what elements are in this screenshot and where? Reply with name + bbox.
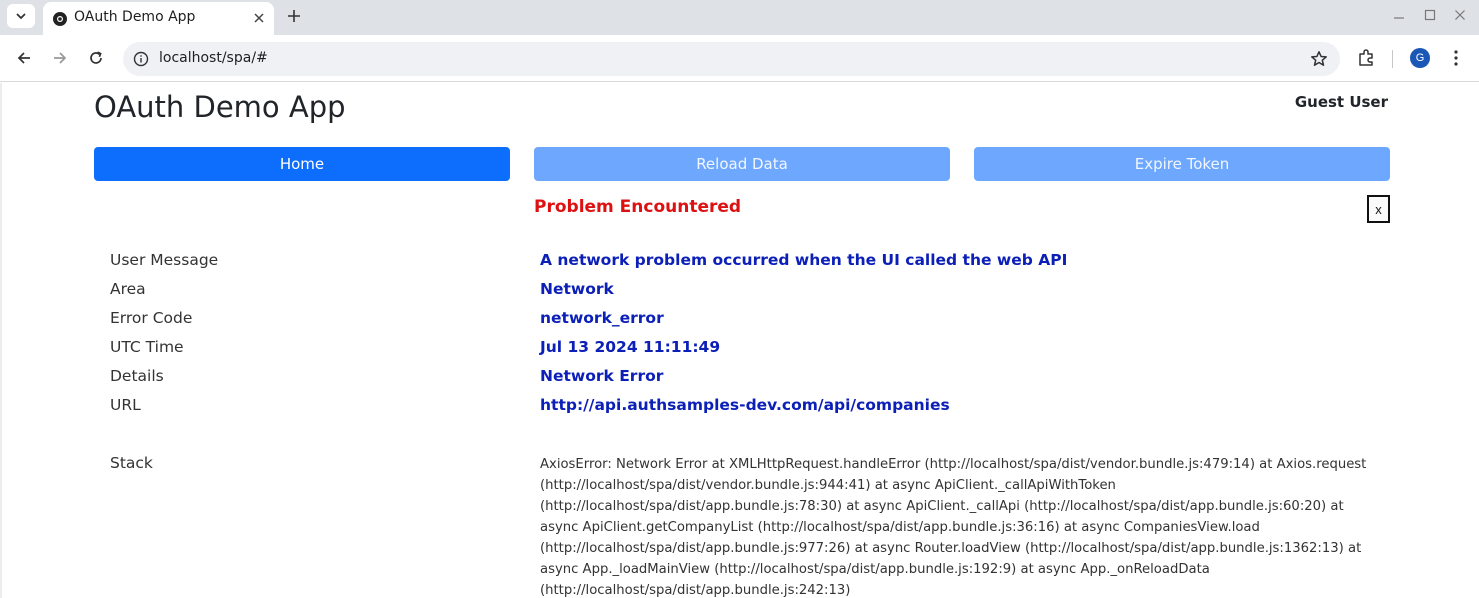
forward-arrow-icon[interactable] bbox=[49, 47, 71, 69]
reload-icon[interactable] bbox=[85, 47, 107, 69]
tab-title: OAuth Demo App bbox=[74, 9, 196, 25]
error-row-value: Jul 13 2024 11:11:49 bbox=[540, 338, 721, 356]
user-name: Guest User bbox=[1294, 93, 1388, 111]
stack-trace: AxiosError: Network Error at XMLHttpRequ… bbox=[540, 457, 1367, 598]
address-bar[interactable]: localhost/spa/# bbox=[123, 42, 1340, 76]
expire-token-button[interactable]: Expire Token bbox=[974, 147, 1390, 181]
error-heading: Problem Encountered bbox=[534, 197, 742, 217]
tab-strip: OAuth Demo App bbox=[0, 0, 1479, 35]
stack-label: Stack bbox=[110, 454, 153, 472]
star-icon[interactable] bbox=[1310, 50, 1328, 68]
minimize-icon[interactable] bbox=[1391, 7, 1407, 23]
home-button[interactable]: Home bbox=[94, 147, 510, 181]
browser-toolbar: localhost/spa/# G bbox=[0, 35, 1479, 82]
error-row-value: network_error bbox=[540, 309, 664, 327]
kebab-menu-icon[interactable] bbox=[1447, 48, 1465, 68]
avatar[interactable]: G bbox=[1410, 48, 1430, 68]
maximize-icon[interactable] bbox=[1422, 7, 1438, 23]
error-row-value: Network Error bbox=[540, 367, 664, 385]
info-icon[interactable] bbox=[133, 51, 149, 67]
error-row-value: Network bbox=[540, 280, 614, 298]
reload-data-button[interactable]: Reload Data bbox=[534, 147, 950, 181]
tab-search-icon[interactable] bbox=[7, 4, 35, 28]
browser-tab[interactable]: OAuth Demo App bbox=[43, 2, 274, 35]
error-row-label: URL bbox=[110, 396, 141, 414]
error-row-value: A network problem occurred when the UI c… bbox=[540, 251, 1068, 269]
error-row-label: UTC Time bbox=[110, 338, 184, 356]
page-viewport: OAuth Demo App Guest User Home Reload Da… bbox=[0, 83, 1479, 598]
error-row-value: http://api.authsamples-dev.com/api/compa… bbox=[540, 396, 950, 414]
error-row-label: User Message bbox=[110, 251, 219, 269]
url-text[interactable]: localhost/spa/# bbox=[159, 50, 268, 66]
toolbar-divider bbox=[1392, 50, 1393, 68]
back-arrow-icon[interactable] bbox=[13, 47, 35, 69]
error-row-label: Area bbox=[110, 280, 146, 298]
window-close-icon[interactable] bbox=[1452, 7, 1468, 23]
close-error-button[interactable]: x bbox=[1367, 195, 1390, 223]
chrome-favicon-icon bbox=[53, 12, 67, 26]
close-icon[interactable] bbox=[250, 9, 268, 27]
plus-icon[interactable] bbox=[283, 5, 305, 27]
page-title: OAuth Demo App bbox=[94, 90, 346, 124]
error-row-label: Details bbox=[110, 367, 164, 385]
error-row-label: Error Code bbox=[110, 309, 193, 327]
extensions-icon[interactable] bbox=[1357, 48, 1377, 68]
